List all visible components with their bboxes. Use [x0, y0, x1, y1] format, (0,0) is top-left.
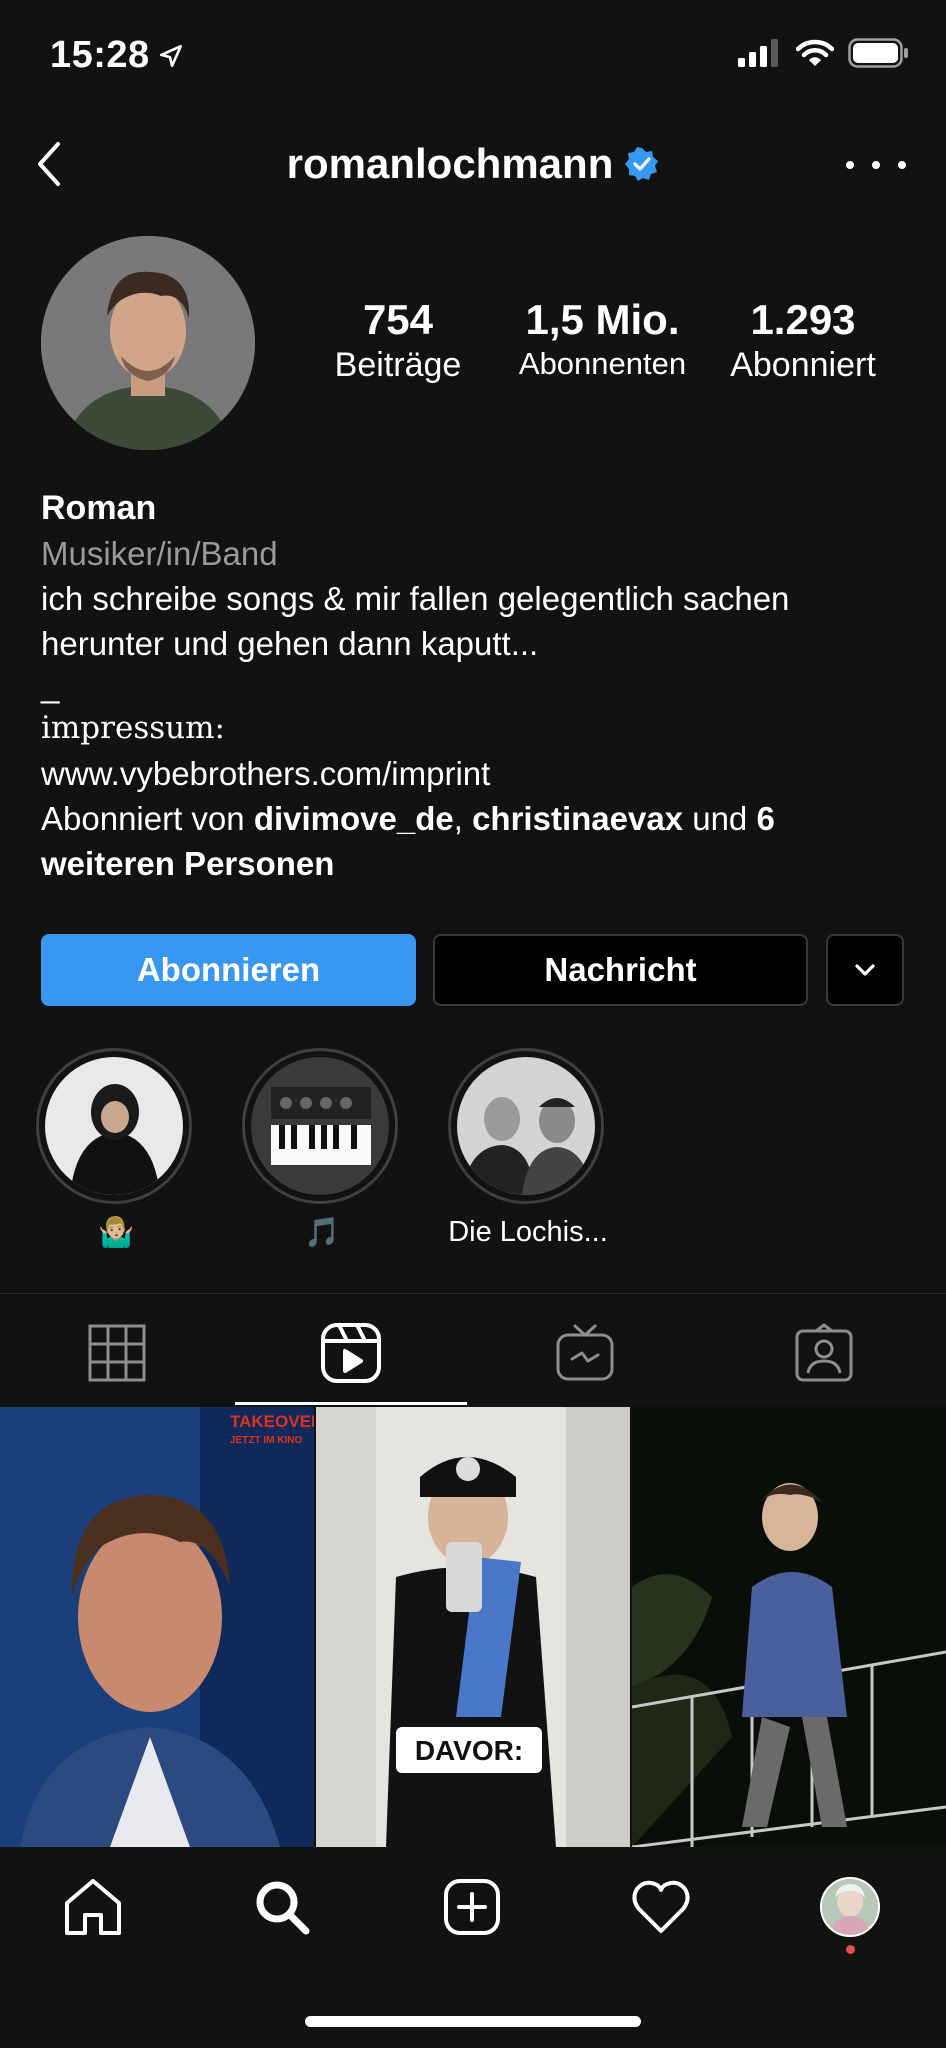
- nav-profile[interactable]: [810, 1872, 890, 1942]
- stat-followers-label: Abonnenten: [518, 346, 687, 381]
- message-button[interactable]: Nachricht: [433, 934, 808, 1006]
- followed-by-user[interactable]: divimove_de: [254, 800, 454, 837]
- nav-activity[interactable]: [621, 1872, 701, 1942]
- highlight-label: Die Lochis...: [448, 1216, 608, 1248]
- reel-thumbnail: TAKEOVER JETZT IM KINO: [0, 1407, 314, 1847]
- bio-text-line: herunter und gehen dann kaputt...: [41, 625, 539, 662]
- profile-category: Musiker/in/Band: [41, 535, 278, 572]
- tabs-divider: [0, 1293, 946, 1294]
- suggestions-dropdown-button[interactable]: [826, 934, 904, 1006]
- followed-by-user[interactable]: christinaevax: [472, 800, 683, 837]
- highlight-label: 🤷🏼‍♂️: [97, 1217, 135, 1249]
- stat-posts-label: Beiträge: [334, 346, 462, 384]
- nav-home[interactable]: [53, 1872, 133, 1942]
- more-options-button[interactable]: [846, 150, 906, 180]
- highlight-label: 🎵: [303, 1217, 341, 1249]
- grid-icon: [88, 1324, 146, 1382]
- followed-by-more: weiteren Personen: [41, 845, 335, 882]
- followed-by-prefix: Abonniert von: [41, 800, 254, 837]
- stat-followers[interactable]: 1,5 Mio. Abonnenten: [500, 296, 705, 382]
- home-icon: [65, 1879, 121, 1935]
- tab-igtv[interactable]: [545, 1318, 625, 1388]
- highlight-cover: [45, 1057, 183, 1195]
- tab-tagged[interactable]: [784, 1318, 864, 1388]
- stat-following-value: 1.293: [750, 296, 856, 343]
- more-dot-icon: [872, 161, 880, 169]
- follow-button[interactable]: Abonnieren: [41, 934, 416, 1006]
- igtv-icon: [556, 1324, 614, 1381]
- story-highlight[interactable]: 🎵: [242, 1048, 402, 1250]
- add-post-icon: [444, 1879, 500, 1935]
- username-label: romanlochmann: [286, 140, 614, 187]
- status-icons: [738, 38, 910, 68]
- status-time-label: 15:28: [50, 34, 150, 76]
- stat-following[interactable]: 1.293 Abonniert: [718, 296, 888, 385]
- followed-by-more: 6: [756, 800, 775, 837]
- profile-username-header: romanlochmann: [0, 140, 946, 188]
- active-tab-indicator: [235, 1402, 467, 1405]
- more-dot-icon: [846, 161, 854, 169]
- notification-dot: [846, 1945, 855, 1954]
- tile-caption: DAVOR:: [415, 1735, 523, 1766]
- bio-separator: _: [41, 667, 60, 704]
- stat-posts-value: 754: [362, 296, 434, 343]
- followed-by-comma: ,: [453, 800, 473, 837]
- cellular-signal-icon: [738, 39, 778, 67]
- profile-avatar[interactable]: [41, 236, 255, 450]
- reel-thumbnail: [632, 1407, 946, 1847]
- profile-bio: Roman Musiker/in/Band ich schreibe songs…: [41, 486, 901, 886]
- tile-badge-subtitle: JETZT IM KINO: [230, 1435, 302, 1446]
- chevron-down-icon: [855, 964, 875, 976]
- heart-icon: [632, 1880, 690, 1933]
- story-highlight[interactable]: 🤷🏼‍♂️: [36, 1048, 196, 1250]
- profile-avatar-small: [820, 1877, 880, 1937]
- tagged-person-icon: [795, 1323, 853, 1382]
- wifi-icon: [796, 39, 834, 66]
- followed-by-text[interactable]: Abonniert von divimove_de, christinaevax…: [41, 796, 901, 841]
- battery-icon: [848, 38, 908, 68]
- reel-tile[interactable]: TAKEOVER JETZT IM KINO: [0, 1407, 314, 1847]
- bio-impressum: impressum:: [41, 710, 225, 746]
- reel-tile[interactable]: [632, 1407, 946, 1847]
- status-time: 15:28: [50, 34, 184, 77]
- profile-name: Roman: [41, 489, 157, 527]
- location-arrow-icon: [159, 44, 182, 67]
- highlight-cover: [251, 1057, 389, 1195]
- stat-posts[interactable]: 754 Beiträge: [323, 296, 473, 385]
- more-dot-icon: [898, 161, 906, 169]
- nav-search[interactable]: [242, 1872, 322, 1942]
- reel-thumbnail: DAVOR:: [316, 1407, 630, 1847]
- bio-text-line: ich schreibe songs & mir fallen gelegent…: [41, 580, 790, 617]
- verified-badge-icon: [625, 147, 659, 181]
- followed-by-and: und: [683, 800, 757, 837]
- search-icon: [256, 1881, 310, 1935]
- nav-create[interactable]: [432, 1872, 512, 1942]
- reel-tile[interactable]: DAVOR:: [316, 1407, 630, 1847]
- stat-followers-value: 1,5 Mio.: [525, 296, 680, 343]
- avatar-photo: [41, 236, 255, 450]
- stat-following-label: Abonniert: [730, 346, 876, 384]
- tab-reels[interactable]: [311, 1318, 391, 1388]
- highlight-cover: [457, 1057, 595, 1195]
- reels-icon: [321, 1323, 381, 1383]
- home-indicator: [305, 2016, 641, 2027]
- tab-posts-grid[interactable]: [77, 1318, 157, 1388]
- story-highlight[interactable]: Die Lochis...: [448, 1048, 608, 1249]
- tile-badge-title: TAKEOVER: [230, 1412, 314, 1431]
- bio-link[interactable]: www.vybebrothers.com/imprint: [41, 751, 901, 796]
